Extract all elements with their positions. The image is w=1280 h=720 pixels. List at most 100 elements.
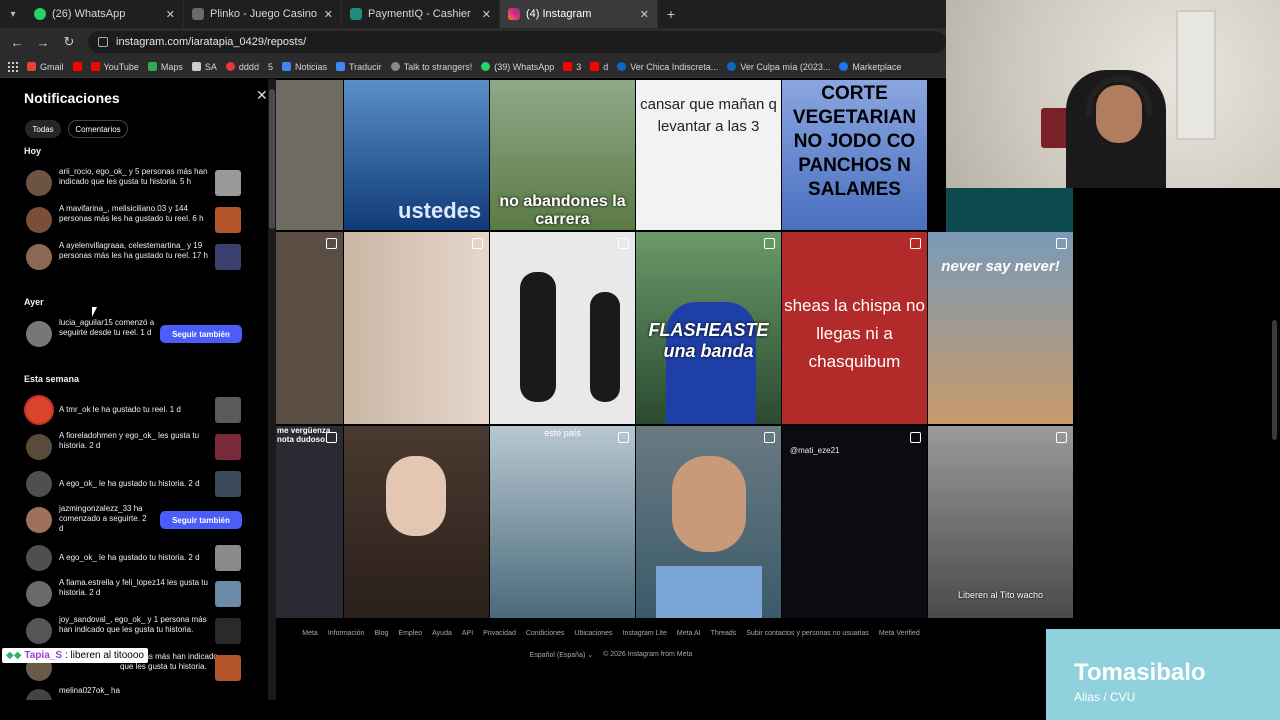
apps-icon[interactable] [8, 61, 18, 72]
post-thumbnail[interactable] [215, 471, 241, 497]
url-field[interactable]: instagram.com/iaratapia_0429/reposts/ [88, 31, 946, 53]
avatar[interactable] [26, 397, 52, 423]
repost-tile[interactable] [276, 232, 343, 424]
footer-link[interactable]: Privacidad [483, 630, 516, 637]
bookmark-culpa[interactable]: Ver Culpa mía (2023... [727, 62, 830, 72]
repost-tile[interactable]: sheas la chispa no llegas ni a chasquibu… [782, 232, 927, 424]
notifications-scrollbar[interactable] [268, 79, 276, 700]
repost-tile[interactable]: FLASHEASTE una banda [636, 232, 781, 424]
footer-link[interactable]: Instagram Lite [623, 630, 667, 637]
site-info-icon[interactable] [98, 37, 108, 47]
avatar[interactable] [26, 507, 52, 533]
avatar[interactable] [26, 545, 52, 571]
repost-tile[interactable]: ustedes [344, 80, 489, 230]
repost-tile[interactable] [490, 232, 635, 424]
bookmark-whatsapp[interactable]: (39) WhatsApp [481, 62, 554, 72]
notification-item[interactable]: A fioreladohmen y ego_ok_ les gusta tu h… [24, 430, 244, 464]
post-thumbnail[interactable] [215, 397, 241, 423]
footer-link[interactable]: Ayuda [432, 630, 452, 637]
avatar[interactable] [26, 581, 52, 607]
repost-tile[interactable]: cansar que mañan q levantar a las 3 [636, 80, 781, 230]
repost-tile[interactable] [636, 426, 781, 618]
footer-link[interactable]: Meta [302, 630, 318, 637]
avatar[interactable] [26, 244, 52, 270]
footer-link[interactable]: Meta Verified [879, 630, 920, 637]
repost-tile[interactable] [276, 80, 343, 230]
back-icon[interactable]: ← [6, 31, 28, 53]
repost-tile[interactable]: me vergüenza nota dudoso: [276, 426, 343, 618]
footer-link[interactable]: Condiciones [526, 630, 565, 637]
follow-back-button[interactable]: Seguir también [160, 325, 242, 343]
notification-item[interactable]: A tmr_ok le ha gustado tu reel. 1 d [24, 393, 244, 427]
repost-tile[interactable]: no abandones la carrera [490, 80, 635, 230]
post-thumbnail[interactable] [215, 655, 241, 681]
new-tab-icon[interactable]: + [658, 0, 684, 28]
tab-whatsapp[interactable]: (26) WhatsApp ✕ [26, 0, 184, 28]
close-icon[interactable]: ✕ [256, 87, 268, 104]
bookmark-traducir[interactable]: Traducir [335, 62, 382, 72]
bookmark-sa[interactable]: SA [191, 62, 217, 72]
bookmark-talk[interactable]: Talk to strangers! [390, 62, 472, 72]
tab-search-icon[interactable]: ▾ [0, 0, 26, 28]
bookmark-chica[interactable]: Ver Chica Indiscreta... [617, 62, 718, 72]
notification-item[interactable]: A ego_ok_ le ha gustado tu historia. 2 d [24, 541, 244, 575]
repost-tile[interactable]: Liberen al Tito wacho [928, 426, 1073, 618]
close-tab-icon[interactable]: ✕ [482, 8, 491, 21]
avatar[interactable] [26, 618, 52, 644]
post-thumbnail[interactable] [215, 434, 241, 460]
language-select[interactable]: Español (España) ⌄ [530, 651, 593, 659]
filter-todas[interactable]: Todas [25, 120, 61, 138]
avatar[interactable] [26, 207, 52, 233]
close-tab-icon[interactable]: ✕ [640, 8, 649, 21]
repost-tile-partial[interactable] [946, 188, 1073, 232]
footer-link[interactable]: Información [328, 630, 365, 637]
bookmark-d[interactable]: d [590, 62, 608, 72]
scrollbar-thumb[interactable] [269, 89, 275, 229]
notification-item[interactable]: jazmingonzalezz_33 ha comenzado a seguir… [24, 503, 244, 537]
repost-tile[interactable]: este país [490, 426, 635, 618]
avatar[interactable] [26, 689, 52, 700]
footer-link[interactable]: Meta AI [677, 630, 701, 637]
repost-tile[interactable]: never say never! [928, 232, 1073, 424]
repost-tile[interactable] [344, 232, 489, 424]
tab-instagram[interactable]: (4) Instagram ✕ [500, 0, 658, 28]
footer-link[interactable]: Blog [374, 630, 388, 637]
bookmark-dddd[interactable]: dddd [225, 62, 259, 72]
notification-item[interactable]: A ayelenvillagraaa, celestemartina_ y 19… [24, 240, 244, 274]
follow-back-button[interactable]: Seguir también [160, 511, 242, 529]
bookmark-gmail[interactable]: Gmail [27, 62, 64, 72]
notification-item[interactable]: A ego_ok_ le ha gustado tu historia. 2 d [24, 467, 244, 501]
page-scrollbar[interactable] [1272, 320, 1277, 440]
footer-link[interactable]: Threads [711, 630, 737, 637]
bookmark-youtube-blank[interactable] [72, 62, 82, 71]
notification-item[interactable]: lucia_aguilar15 comenzó a seguirte desde… [24, 317, 244, 351]
post-thumbnail[interactable] [215, 545, 241, 571]
bookmark-maps[interactable]: Maps [147, 62, 183, 72]
notification-item[interactable]: A mavifarina_, melisiciliano.03 y 144 pe… [24, 203, 244, 237]
notification-item[interactable]: arii_rocio, ego_ok_ y 5 personas más han… [24, 166, 244, 200]
bookmark-youtube[interactable]: YouTube [90, 62, 139, 72]
notification-item[interactable]: melina027ok_ ha [24, 685, 244, 700]
post-thumbnail[interactable] [215, 244, 241, 270]
post-thumbnail[interactable] [215, 170, 241, 196]
close-tab-icon[interactable]: ✕ [166, 8, 175, 21]
repost-tile[interactable]: @mati_eze21 [782, 426, 927, 618]
tab-plinko[interactable]: Plinko - Juego Casino Online St ✕ [184, 0, 342, 28]
avatar[interactable] [26, 321, 52, 347]
forward-icon[interactable]: → [32, 31, 54, 53]
avatar[interactable] [26, 471, 52, 497]
tab-paymentiq[interactable]: PaymentIQ - Cashier ✕ [342, 0, 500, 28]
bookmark-noticias[interactable]: Noticias [281, 62, 327, 72]
footer-link[interactable]: API [462, 630, 473, 637]
footer-link[interactable]: Empleo [398, 630, 422, 637]
close-tab-icon[interactable]: ✕ [324, 8, 333, 21]
notification-item[interactable]: joy_sandoval_, ego_ok_ y 1 persona más h… [24, 614, 244, 648]
post-thumbnail[interactable] [215, 207, 241, 233]
avatar[interactable] [26, 434, 52, 460]
post-thumbnail[interactable] [215, 618, 241, 644]
bookmark-marketplace[interactable]: Marketplace [839, 62, 901, 72]
filter-comentarios[interactable]: Comentarios [68, 120, 128, 138]
bookmark-3[interactable]: 3 [563, 62, 581, 72]
repost-tile[interactable]: CORTE VEGETARIAN NO JODO CO PANCHOS N SA… [782, 80, 927, 230]
bookmark-5[interactable]: 5 [268, 62, 273, 72]
